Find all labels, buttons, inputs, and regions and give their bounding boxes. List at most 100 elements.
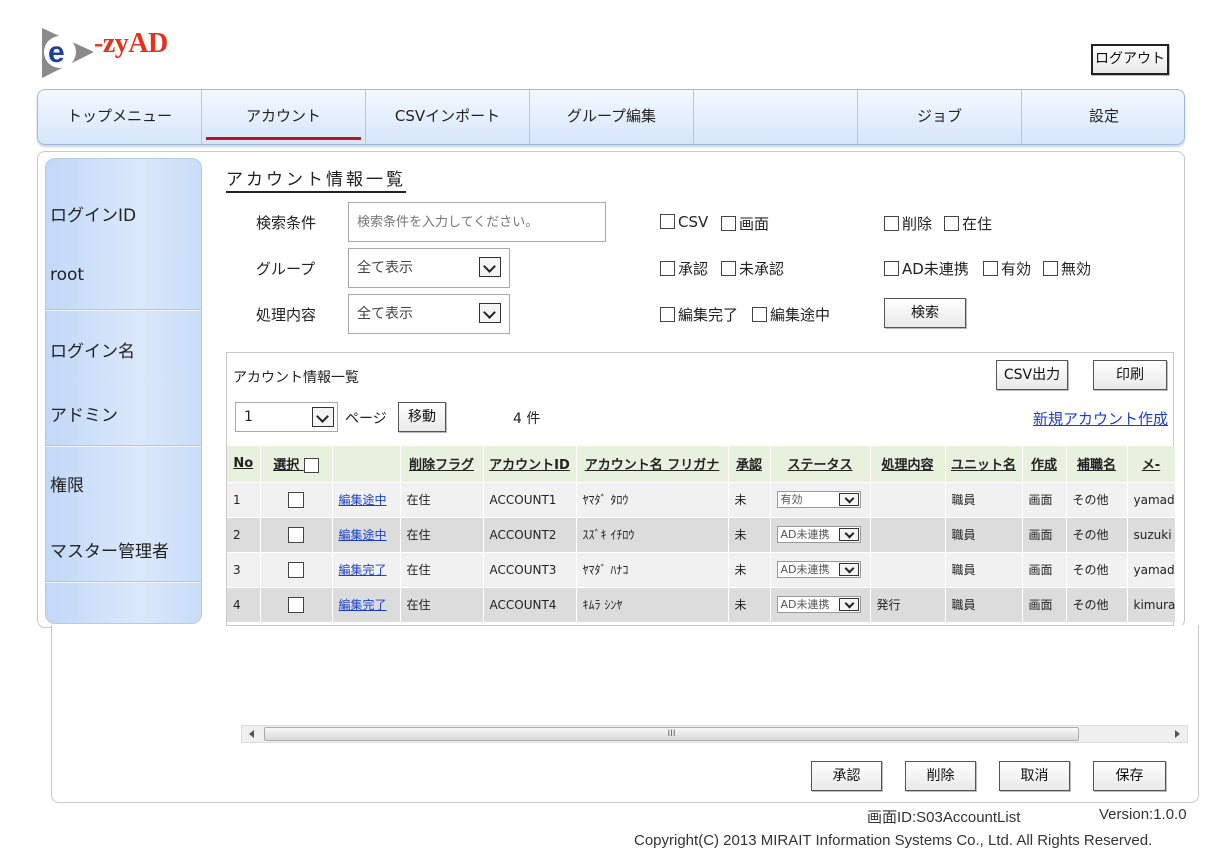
cell-mail: suzuki <box>1127 516 1176 552</box>
move-page-button[interactable]: 移動 <box>398 402 446 432</box>
checkbox-box[interactable] <box>660 307 675 322</box>
cell-approval: 未 <box>728 586 771 622</box>
col-header-create[interactable]: 作成 <box>1022 446 1067 482</box>
save-button[interactable]: 保存 <box>1093 761 1166 791</box>
status-select[interactable]: AD未連携 <box>776 596 861 614</box>
search-button[interactable]: 検索 <box>884 298 966 328</box>
filter-unapproved-checkbox[interactable]: 未承認 <box>721 258 784 279</box>
cell-post: その他 <box>1066 586 1128 622</box>
cell-process: 発行 <box>870 586 946 622</box>
cell-mail: yamad <box>1127 481 1176 517</box>
checkbox-box[interactable] <box>884 261 899 276</box>
checkbox-box[interactable] <box>721 261 736 276</box>
nav-item-group-edit[interactable]: グループ編集 <box>530 90 694 144</box>
cell-approval: 未 <box>728 551 771 587</box>
cell-post: その他 <box>1066 551 1128 587</box>
filter-screen-checkbox[interactable]: 画面 <box>721 213 769 234</box>
divider <box>46 309 201 311</box>
filter-present-checkbox[interactable]: 在住 <box>944 213 992 234</box>
checkbox-box[interactable] <box>660 214 675 229</box>
status-select[interactable]: 有効 <box>776 491 861 508</box>
checkbox-box[interactable] <box>721 216 736 231</box>
scroll-right-arrow-icon[interactable] <box>1175 730 1180 738</box>
csv-export-button[interactable]: CSV出力 <box>996 360 1068 390</box>
page-select[interactable]: 1 <box>235 402 338 432</box>
filter-edit-in-progress-checkbox[interactable]: 編集途中 <box>752 304 830 325</box>
chevron-down-icon[interactable] <box>838 598 859 612</box>
select-all-checkbox[interactable] <box>303 458 319 474</box>
cell-delete-flag: 在住 <box>400 586 484 622</box>
col-header-mail[interactable]: メ- <box>1127 446 1176 482</box>
row-checkbox[interactable] <box>288 561 304 578</box>
delete-button[interactable]: 削除 <box>905 761 976 791</box>
chevron-down-icon[interactable] <box>838 528 859 541</box>
chevron-down-icon[interactable] <box>838 563 859 576</box>
col-header-post[interactable]: 補職名 <box>1066 446 1128 482</box>
status-select[interactable]: AD未連携 <box>776 561 861 578</box>
filter-ad-unlinked-checkbox[interactable]: AD未連携 <box>884 258 969 279</box>
col-header-status[interactable]: ステータス <box>770 446 871 482</box>
chevron-down-icon[interactable] <box>479 257 501 277</box>
filter-edit-done-checkbox[interactable]: 編集完了 <box>660 304 738 325</box>
scroll-left-arrow-icon[interactable] <box>249 730 254 738</box>
scrollbar-thumb[interactable]: III <box>264 727 1079 741</box>
checkbox-box[interactable] <box>944 216 959 231</box>
col-header-no[interactable]: No <box>227 446 261 482</box>
print-button[interactable]: 印刷 <box>1093 360 1167 390</box>
cell-select <box>260 516 333 552</box>
row-checkbox[interactable] <box>288 526 304 543</box>
cell-status: AD未連携 <box>770 551 871 587</box>
filter-invalid-checkbox[interactable]: 無効 <box>1043 258 1091 279</box>
nav-item-account[interactable]: アカウント <box>202 90 366 144</box>
role-value: マスター管理者 <box>50 542 169 562</box>
logo-text: -zyAD <box>94 28 168 59</box>
status-select[interactable]: AD未連携 <box>776 526 861 543</box>
filter-valid-checkbox[interactable]: 有効 <box>983 258 1031 279</box>
chevron-down-icon[interactable] <box>312 407 334 427</box>
nav-item-top-menu[interactable]: トップメニュー <box>38 90 202 144</box>
col-header-account-id[interactable]: アカウントID <box>483 446 577 482</box>
row-checkbox[interactable] <box>288 491 304 508</box>
search-input[interactable] <box>348 202 606 242</box>
cell-create: 画面 <box>1022 481 1067 517</box>
row-checkbox[interactable] <box>288 596 304 613</box>
chevron-down-icon[interactable] <box>838 493 859 506</box>
col-header-unit[interactable]: ユニット名 <box>945 446 1023 482</box>
col-header-process[interactable]: 処理内容 <box>870 446 946 482</box>
cell-account-id: ACCOUNT4 <box>483 586 577 622</box>
page-title: アカウント情報一覧 <box>226 165 406 193</box>
cell-edit-link[interactable]: 編集途中 <box>332 481 401 517</box>
cell-no: 2 <box>227 516 261 552</box>
checkbox-box[interactable] <box>983 261 998 276</box>
filter-approved-checkbox[interactable]: 承認 <box>660 258 708 279</box>
new-account-link[interactable]: 新規アカウント作成 <box>1033 408 1168 429</box>
process-select[interactable]: 全て表示 <box>348 294 510 334</box>
filter-csv-checkbox[interactable]: CSV <box>660 213 708 231</box>
cell-edit-link[interactable]: 編集途中 <box>332 516 401 552</box>
cancel-button[interactable]: 取消 <box>999 761 1070 791</box>
divider <box>46 581 201 583</box>
col-header-approval[interactable]: 承認 <box>728 446 771 482</box>
cell-edit-link[interactable]: 編集完了 <box>332 586 401 622</box>
nav-item-settings[interactable]: 設定 <box>1022 90 1184 144</box>
nav-item-job[interactable]: ジョブ <box>858 90 1022 144</box>
cell-unit: 職員 <box>945 516 1023 552</box>
approve-button[interactable]: 承認 <box>811 761 882 791</box>
col-header-select[interactable]: 選択 <box>260 446 333 482</box>
chevron-down-icon[interactable] <box>479 303 501 323</box>
col-header-account-kana[interactable]: アカウント名 フリガナ <box>576 446 729 482</box>
filter-delete-checkbox[interactable]: 削除 <box>884 213 932 234</box>
nav-item-csv-import[interactable]: CSVインポート <box>366 90 530 144</box>
cell-select <box>260 586 333 622</box>
cell-edit-link[interactable]: 編集完了 <box>332 551 401 587</box>
checkbox-box[interactable] <box>1043 261 1058 276</box>
col-header-delete-flag[interactable]: 削除フラグ <box>400 446 484 482</box>
logout-button[interactable]: ログアウト <box>1091 44 1169 75</box>
checkbox-box[interactable] <box>884 216 899 231</box>
login-id-value: root <box>50 265 85 285</box>
checkbox-box[interactable] <box>752 307 767 322</box>
horizontal-scrollbar[interactable]: III <box>241 725 1188 743</box>
checkbox-box[interactable] <box>660 261 675 276</box>
group-select[interactable]: 全て表示 <box>348 248 510 288</box>
login-name-label: ログイン名 <box>50 342 135 362</box>
